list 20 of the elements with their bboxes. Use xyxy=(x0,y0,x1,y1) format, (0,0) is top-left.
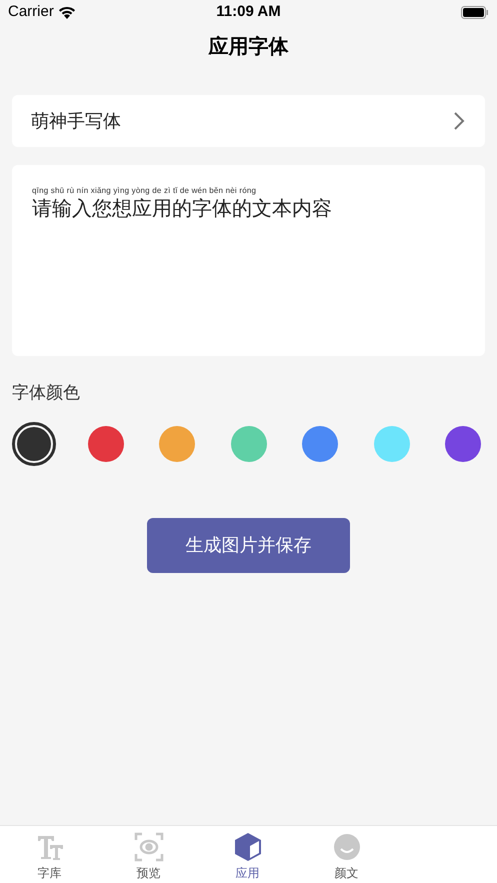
smiley-icon xyxy=(332,832,362,862)
input-placeholder: 请输入您想应用的字体的文本内容 xyxy=(32,197,333,221)
clock-text: 11:09 AM xyxy=(216,2,281,22)
color-swatch[interactable] xyxy=(12,422,56,466)
pinyin-text: qīng shū rù nín xiǎng yìng yòng de zì tǐ de wén běn nèi róng xyxy=(32,185,258,197)
font-selector[interactable]: 萌神手写体 xyxy=(12,95,485,147)
page-title: 应用字体 xyxy=(208,34,288,60)
text-input-area[interactable]: qīng shū rù nín xiǎng yìng yòng de zì tǐ de wén běn nèi róng 请输入您想应用的字体的文本内容 xyxy=(12,165,485,356)
wifi-icon xyxy=(58,6,76,19)
save-image-button[interactable]: 生成图片并保存 xyxy=(147,518,350,572)
cube-icon xyxy=(232,832,262,862)
eye-scan-icon xyxy=(134,832,164,862)
chevron-right-icon xyxy=(453,111,465,131)
tab-bar-item[interactable]: 预览 xyxy=(99,826,198,883)
font-color-label: 字体颜色 xyxy=(12,382,80,404)
battery-icon xyxy=(461,6,489,19)
carrier-text: Carrier xyxy=(8,2,54,22)
tab-bar-item[interactable]: 字库 xyxy=(0,826,99,883)
tab-bar-item[interactable]: 颜文 xyxy=(297,826,396,883)
tab-bar-item[interactable]: 应用 xyxy=(198,826,297,883)
